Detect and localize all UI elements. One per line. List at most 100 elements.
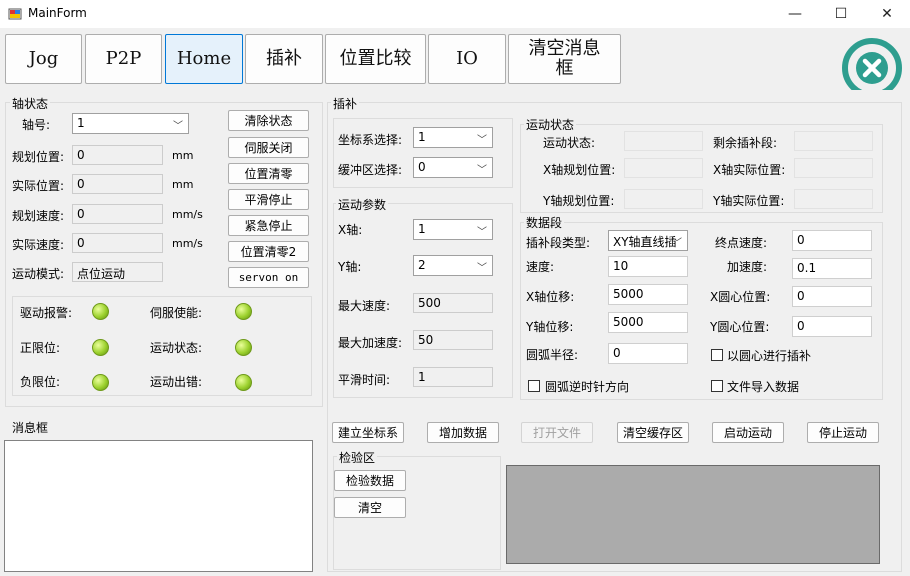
segment-type-value: XY轴直线插 [613,235,677,249]
max-acc-field[interactable]: 50 [413,330,493,350]
file-import-label: 文件导入数据 [727,380,800,394]
ccw-checkbox[interactable] [528,380,540,392]
minimize-button[interactable]: — [772,0,818,28]
clear-verify-button[interactable]: 清空 [334,497,406,518]
plan-vel-field: 0 [72,204,163,224]
motion-mode-label: 运动模式: [12,267,65,281]
remaining-segments-label: 剩余插补段: [713,136,778,150]
axis-no-select[interactable]: 1 ﹀ [72,113,189,134]
file-import-checkbox[interactable] [711,380,723,392]
emergency-stop-button[interactable]: 紧急停止 [228,215,309,236]
close-window-button[interactable]: ✕ [864,0,910,28]
actual-pos-label: 实际位置: [12,179,65,193]
max-vel-field[interactable]: 500 [413,293,493,313]
x-actual-pos-field [794,158,873,178]
start-motion-button[interactable]: 启动运动 [712,422,784,443]
coord-select[interactable]: 1 ﹀ [413,127,493,148]
x-axis-select[interactable]: 1 ﹀ [413,219,493,240]
stop-motion-button[interactable]: 停止运动 [807,422,879,443]
run-status-label: 运动状态: [543,136,596,150]
actual-pos-field: 0 [72,174,163,194]
tab-clear-messages[interactable]: 清空消息框 [508,34,621,84]
end-vel-input[interactable]: 0 [792,230,872,251]
servo-enable-label: 伺服使能: [150,306,203,320]
chevron-down-icon: ﹀ [477,263,487,274]
radius-input[interactable]: 0 [608,343,688,364]
buffer-select[interactable]: 0 ﹀ [413,157,493,178]
y-disp-input[interactable]: 5000 [608,312,688,333]
y-plan-pos-field [624,189,703,209]
y-actual-pos-label: Y轴实际位置: [713,194,785,208]
chevron-down-icon: ﹀ [672,238,682,249]
x-disp-label: X轴位移: [526,290,575,304]
y-center-input[interactable]: 0 [792,316,872,337]
tab-io[interactable]: IO [428,34,506,84]
chevron-down-icon: ﹀ [173,121,183,132]
trajectory-canvas[interactable] [506,465,880,564]
maximize-button[interactable]: ☐ [818,0,864,28]
servo-off-button[interactable]: 伺服关闭 [228,137,309,158]
x-plan-pos-field [624,158,703,178]
smooth-time-label: 平滑时间: [338,373,391,387]
buffer-select-label: 缓冲区选择: [338,163,403,177]
clear-status-button[interactable]: 清除状态 [228,110,309,131]
add-data-button[interactable]: 增加数据 [427,422,499,443]
axis-no-value: 1 [77,116,85,130]
center-interp-checkbox[interactable] [711,349,723,361]
segment-type-select[interactable]: XY轴直线插 ﹀ [608,230,688,251]
zero-position2-button[interactable]: 位置清零2 [228,241,309,262]
smooth-stop-button[interactable]: 平滑停止 [228,189,309,210]
plan-pos-field: 0 [72,145,163,165]
axis-no-label: 轴号: [22,118,51,132]
chevron-down-icon: ﹀ [477,165,487,176]
actual-vel-field: 0 [72,233,163,253]
pos-limit-label: 正限位: [20,341,61,355]
close-circle-logo-icon [842,38,902,90]
data-segment-title: 数据段 [524,214,565,231]
acc-label: 加速度: [727,260,768,274]
create-coord-button[interactable]: 建立坐标系 [332,422,404,443]
maximize-icon: ☐ [834,6,848,22]
close-icon: ✕ [881,6,893,22]
y-axis-label: Y轴: [338,260,362,274]
open-file-button[interactable]: 打开文件 [521,422,593,443]
run-status-field [624,131,703,151]
neg-limit-led [92,374,109,391]
tab-home[interactable]: Home [165,34,243,84]
motion-mode-field: 点位运动 [72,262,163,282]
chevron-down-icon: ﹀ [477,135,487,146]
tab-p2p[interactable]: P2P [85,34,162,84]
tab-jog[interactable]: Jog [5,34,82,84]
ccw-label: 圆弧逆时针方向 [545,380,630,394]
check-data-button[interactable]: 检验数据 [334,470,406,491]
servo-on-button[interactable]: servon on [228,267,309,288]
smooth-time-field[interactable]: 1 [413,367,493,387]
actual-pos-unit: mm [172,178,194,191]
end-vel-label: 终点速度: [715,236,768,250]
max-acc-label: 最大加速度: [338,336,403,350]
coord-select-label: 坐标系选择: [338,133,403,147]
clear-buffer-button[interactable]: 清空缓存区 [617,422,689,443]
axis-status-title: 轴状态 [10,95,51,112]
actual-vel-label: 实际速度: [12,238,65,252]
segment-type-label: 插补段类型: [526,236,591,250]
zero-position-button[interactable]: 位置清零 [228,163,309,184]
plan-vel-label: 规划速度: [12,209,65,223]
x-center-input[interactable]: 0 [792,286,872,307]
acc-input[interactable]: 0.1 [792,258,872,279]
plan-vel-unit: mm/s [172,208,203,221]
window-title: MainForm [28,6,87,20]
tab-interpolation[interactable]: 插补 [245,34,323,84]
run-status-title: 运动状态 [524,116,577,133]
y-axis-value: 2 [418,258,426,272]
tab-position-compare[interactable]: 位置比较 [325,34,426,84]
plan-pos-unit: mm [172,149,194,162]
x-center-label: X圆心位置: [710,290,771,304]
pos-limit-led [92,339,109,356]
y-axis-select[interactable]: 2 ﹀ [413,255,493,276]
verify-title: 检验区 [337,449,378,466]
message-box-textarea[interactable] [4,440,313,572]
minimize-icon: — [788,6,802,22]
x-disp-input[interactable]: 5000 [608,284,688,305]
vel-input[interactable]: 10 [608,256,688,277]
